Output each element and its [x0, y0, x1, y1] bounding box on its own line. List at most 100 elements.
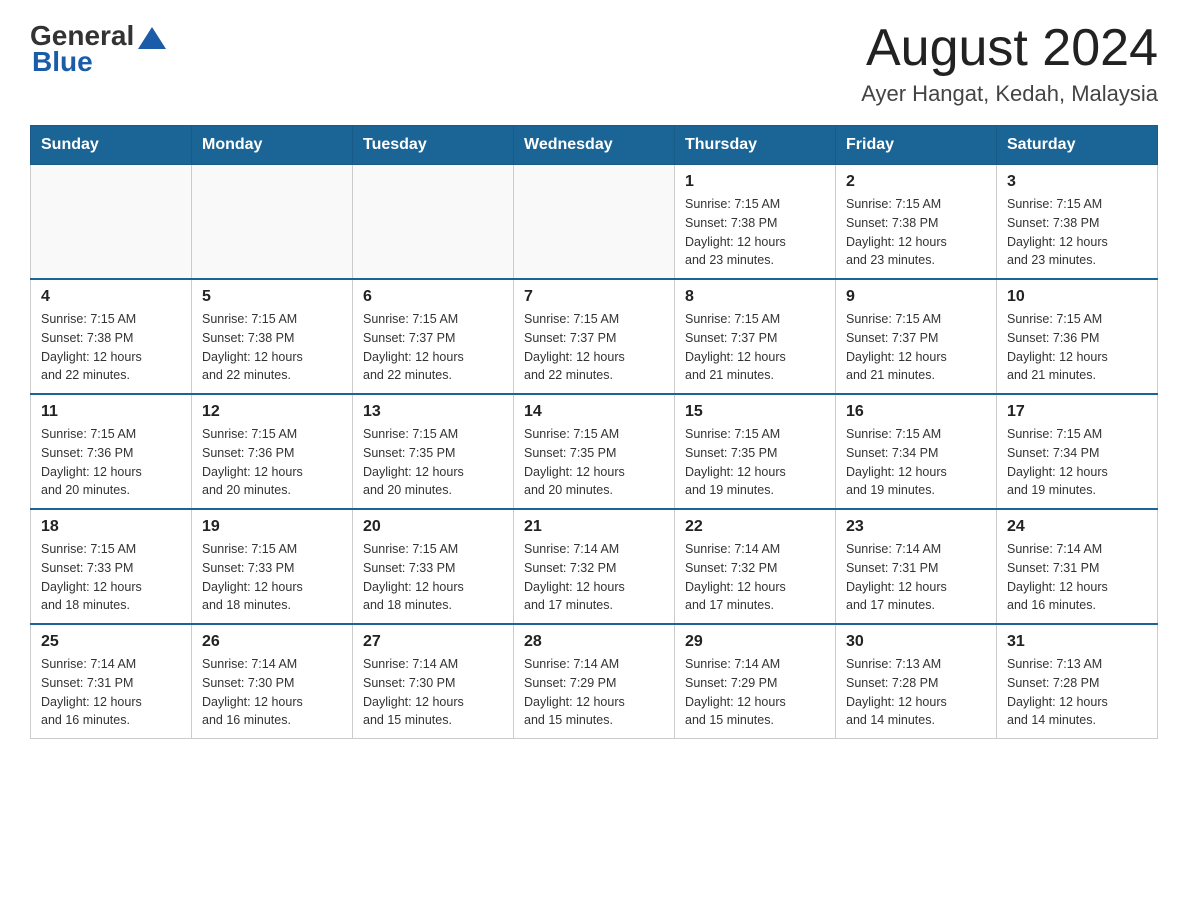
calendar-day-cell: 27 Sunrise: 7:14 AMSunset: 7:30 PMDayligh…	[353, 624, 514, 739]
calendar-header-row: SundayMondayTuesdayWednesdayThursdayFrid…	[31, 126, 1158, 165]
day-info: Sunrise: 7:14 AMSunset: 7:30 PMDaylight:…	[363, 655, 503, 730]
calendar-week-row: 1 Sunrise: 7:15 AMSunset: 7:38 PMDaylight…	[31, 165, 1158, 280]
day-number: 26	[202, 633, 342, 651]
calendar-week-row: 11 Sunrise: 7:15 AMSunset: 7:36 PMDayligh…	[31, 394, 1158, 509]
day-info: Sunrise: 7:15 AMSunset: 7:34 PMDaylight:…	[1007, 425, 1147, 500]
day-number: 23	[846, 518, 986, 536]
day-number: 15	[685, 403, 825, 421]
calendar-day-cell: 12Sunrise: 7:15 AMSunset: 7:36 PMDayligh…	[192, 394, 353, 509]
page-title: August 2024	[861, 20, 1158, 77]
calendar-day-cell	[514, 165, 675, 280]
day-number: 7	[524, 288, 664, 306]
day-number: 29	[685, 633, 825, 651]
calendar-day-cell: 10 Sunrise: 7:15 AMSunset: 7:36 PMDayligh…	[997, 279, 1158, 394]
day-number: 14	[524, 403, 664, 421]
calendar-day-header: Friday	[836, 126, 997, 165]
calendar-day-cell	[31, 165, 192, 280]
calendar-week-row: 4Sunrise: 7:15 AMSunset: 7:38 PMDaylight…	[31, 279, 1158, 394]
day-info: Sunrise: 7:15 AMSunset: 7:33 PMDaylight:…	[363, 540, 503, 615]
calendar-day-header: Tuesday	[353, 126, 514, 165]
calendar-day-cell: 16 Sunrise: 7:15 AMSunset: 7:34 PMDayligh…	[836, 394, 997, 509]
day-number: 18	[41, 518, 181, 536]
calendar-table: SundayMondayTuesdayWednesdayThursdayFrid…	[30, 125, 1158, 739]
day-info: Sunrise: 7:15 AMSunset: 7:38 PMDaylight:…	[202, 310, 342, 385]
day-info: Sunrise: 7:15 AMSunset: 7:37 PMDaylight:…	[524, 310, 664, 385]
day-info: Sunrise: 7:15 AMSunset: 7:35 PMDaylight:…	[524, 425, 664, 500]
day-info: Sunrise: 7:14 AMSunset: 7:30 PMDaylight:…	[202, 655, 342, 730]
day-info: Sunrise: 7:14 AMSunset: 7:31 PMDaylight:…	[1007, 540, 1147, 615]
calendar-day-cell: 24 Sunrise: 7:14 AMSunset: 7:31 PMDayligh…	[997, 509, 1158, 624]
calendar-day-header: Sunday	[31, 126, 192, 165]
calendar-day-cell: 22 Sunrise: 7:14 AMSunset: 7:32 PMDayligh…	[675, 509, 836, 624]
day-number: 31	[1007, 633, 1147, 651]
day-info: Sunrise: 7:15 AMSunset: 7:38 PMDaylight:…	[685, 195, 825, 270]
calendar-day-header: Saturday	[997, 126, 1158, 165]
day-number: 22	[685, 518, 825, 536]
calendar-week-row: 18 Sunrise: 7:15 AMSunset: 7:33 PMDayligh…	[31, 509, 1158, 624]
page-header: General Blue August 2024 Ayer Hangat, Ke…	[30, 20, 1158, 107]
day-number: 9	[846, 288, 986, 306]
calendar-day-cell: 29 Sunrise: 7:14 AMSunset: 7:29 PMDayligh…	[675, 624, 836, 739]
calendar-day-cell	[192, 165, 353, 280]
calendar-day-header: Monday	[192, 126, 353, 165]
day-info: Sunrise: 7:15 AMSunset: 7:38 PMDaylight:…	[846, 195, 986, 270]
day-info: Sunrise: 7:15 AMSunset: 7:35 PMDaylight:…	[685, 425, 825, 500]
day-number: 5	[202, 288, 342, 306]
day-number: 20	[363, 518, 503, 536]
calendar-day-cell: 1 Sunrise: 7:15 AMSunset: 7:38 PMDaylight…	[675, 165, 836, 280]
calendar-day-cell: 28Sunrise: 7:14 AMSunset: 7:29 PMDayligh…	[514, 624, 675, 739]
calendar-day-cell: 5 Sunrise: 7:15 AMSunset: 7:38 PMDaylight…	[192, 279, 353, 394]
day-info: Sunrise: 7:15 AMSunset: 7:37 PMDaylight:…	[363, 310, 503, 385]
day-info: Sunrise: 7:15 AMSunset: 7:38 PMDaylight:…	[1007, 195, 1147, 270]
day-info: Sunrise: 7:14 AMSunset: 7:29 PMDaylight:…	[524, 655, 664, 730]
day-info: Sunrise: 7:15 AMSunset: 7:36 PMDaylight:…	[41, 425, 181, 500]
calendar-day-cell: 2 Sunrise: 7:15 AMSunset: 7:38 PMDaylight…	[836, 165, 997, 280]
day-info: Sunrise: 7:15 AMSunset: 7:36 PMDaylight:…	[1007, 310, 1147, 385]
day-info: Sunrise: 7:14 AMSunset: 7:31 PMDaylight:…	[846, 540, 986, 615]
day-number: 2	[846, 173, 986, 191]
calendar-day-header: Wednesday	[514, 126, 675, 165]
calendar-day-cell	[353, 165, 514, 280]
calendar-day-cell: 6 Sunrise: 7:15 AMSunset: 7:37 PMDaylight…	[353, 279, 514, 394]
logo-blue-text: Blue	[32, 46, 93, 78]
day-number: 19	[202, 518, 342, 536]
day-number: 25	[41, 633, 181, 651]
day-number: 17	[1007, 403, 1147, 421]
day-number: 8	[685, 288, 825, 306]
calendar-day-cell: 30 Sunrise: 7:13 AMSunset: 7:28 PMDayligh…	[836, 624, 997, 739]
calendar-day-header: Thursday	[675, 126, 836, 165]
day-number: 13	[363, 403, 503, 421]
calendar-day-cell: 9Sunrise: 7:15 AMSunset: 7:37 PMDaylight…	[836, 279, 997, 394]
day-number: 1	[685, 173, 825, 191]
calendar-day-cell: 4Sunrise: 7:15 AMSunset: 7:38 PMDaylight…	[31, 279, 192, 394]
logo-triangle-icon	[138, 27, 166, 49]
day-number: 6	[363, 288, 503, 306]
day-number: 11	[41, 403, 181, 421]
day-info: Sunrise: 7:15 AMSunset: 7:37 PMDaylight:…	[685, 310, 825, 385]
day-info: Sunrise: 7:14 AMSunset: 7:29 PMDaylight:…	[685, 655, 825, 730]
calendar-day-cell: 25Sunrise: 7:14 AMSunset: 7:31 PMDayligh…	[31, 624, 192, 739]
calendar-day-cell: 26 Sunrise: 7:14 AMSunset: 7:30 PMDayligh…	[192, 624, 353, 739]
calendar-day-cell: 31 Sunrise: 7:13 AMSunset: 7:28 PMDayligh…	[997, 624, 1158, 739]
day-info: Sunrise: 7:13 AMSunset: 7:28 PMDaylight:…	[1007, 655, 1147, 730]
logo: General Blue	[30, 20, 166, 78]
day-number: 24	[1007, 518, 1147, 536]
calendar-day-cell: 13 Sunrise: 7:15 AMSunset: 7:35 PMDayligh…	[353, 394, 514, 509]
day-number: 10	[1007, 288, 1147, 306]
day-info: Sunrise: 7:14 AMSunset: 7:32 PMDaylight:…	[685, 540, 825, 615]
day-number: 16	[846, 403, 986, 421]
page-subtitle: Ayer Hangat, Kedah, Malaysia	[861, 81, 1158, 107]
calendar-week-row: 25Sunrise: 7:14 AMSunset: 7:31 PMDayligh…	[31, 624, 1158, 739]
calendar-day-cell: 7 Sunrise: 7:15 AMSunset: 7:37 PMDaylight…	[514, 279, 675, 394]
calendar-day-cell: 19Sunrise: 7:15 AMSunset: 7:33 PMDayligh…	[192, 509, 353, 624]
day-info: Sunrise: 7:14 AMSunset: 7:32 PMDaylight:…	[524, 540, 664, 615]
day-info: Sunrise: 7:13 AMSunset: 7:28 PMDaylight:…	[846, 655, 986, 730]
calendar-day-cell: 11 Sunrise: 7:15 AMSunset: 7:36 PMDayligh…	[31, 394, 192, 509]
title-block: August 2024 Ayer Hangat, Kedah, Malaysia	[861, 20, 1158, 107]
day-info: Sunrise: 7:15 AMSunset: 7:34 PMDaylight:…	[846, 425, 986, 500]
calendar-day-cell: 8 Sunrise: 7:15 AMSunset: 7:37 PMDaylight…	[675, 279, 836, 394]
day-number: 30	[846, 633, 986, 651]
day-info: Sunrise: 7:15 AMSunset: 7:35 PMDaylight:…	[363, 425, 503, 500]
calendar-day-cell: 18Sunrise: 7:15 AMSunset: 7:33 PMDayligh…	[31, 509, 192, 624]
day-number: 27	[363, 633, 503, 651]
